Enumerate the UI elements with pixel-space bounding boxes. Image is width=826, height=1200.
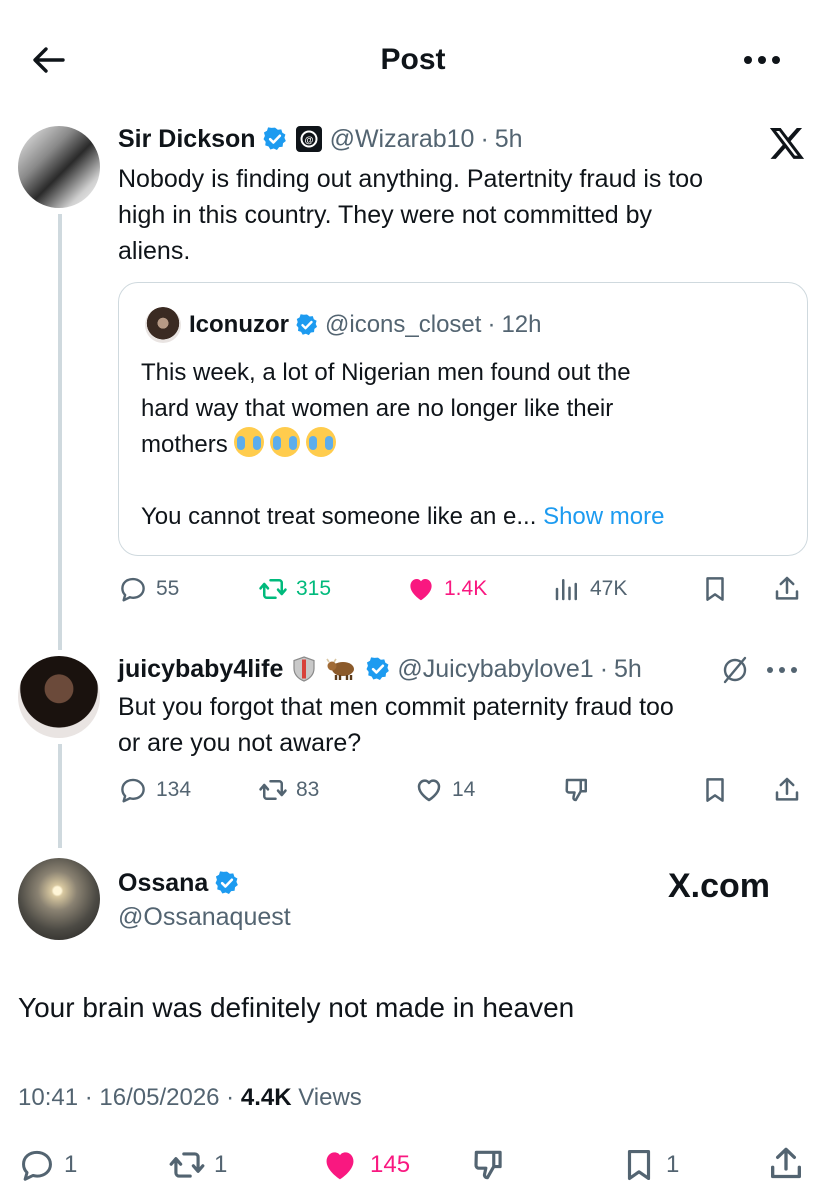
crying-emoji-icon xyxy=(305,427,336,457)
thread-line xyxy=(58,744,62,848)
ox-emoji-icon xyxy=(325,654,359,684)
dislike-icon xyxy=(474,1150,502,1180)
reply-button[interactable]: 134 xyxy=(118,775,191,805)
verified-badge-icon xyxy=(295,313,319,337)
share-button[interactable] xyxy=(772,574,802,604)
author-handle[interactable]: @Juicybabylove1 xyxy=(397,654,593,684)
shield-emoji-icon xyxy=(289,654,319,684)
like-icon xyxy=(417,779,441,802)
like-button[interactable]: 145 xyxy=(318,1146,410,1184)
author-name[interactable]: Ossana xyxy=(118,868,208,898)
verified-badge-icon xyxy=(262,126,288,152)
bookmark-icon xyxy=(706,577,724,601)
grok-icon[interactable] xyxy=(718,654,752,686)
verified-badge-icon xyxy=(365,656,391,682)
page-title: Post xyxy=(380,43,446,76)
tweet-text: Your brain was definitely not made in he… xyxy=(18,992,575,1023)
repost-icon xyxy=(259,780,287,800)
separator-dot: · xyxy=(487,311,496,338)
dislike-icon xyxy=(565,778,587,802)
svg-text:@: @ xyxy=(304,135,313,145)
bookmark-button[interactable]: 1 xyxy=(620,1146,679,1184)
like-button[interactable]: 1.4K xyxy=(406,574,487,604)
tweet-header: Ossana xyxy=(118,868,240,898)
x-logo-icon xyxy=(768,124,806,162)
dislike-button[interactable] xyxy=(470,1146,508,1184)
tweet-text: Nobody is finding out anything. Patertni… xyxy=(118,165,704,265)
share-button[interactable] xyxy=(772,775,802,805)
separator-dot: · xyxy=(480,125,489,153)
repost-button[interactable]: 83 xyxy=(258,775,319,805)
views-button[interactable]: 47K xyxy=(552,574,627,604)
author-name[interactable]: juicybaby4life xyxy=(118,654,283,684)
author-handle[interactable]: @Wizarab10 xyxy=(330,124,475,154)
avatar[interactable] xyxy=(18,858,100,940)
quoted-author-name: Iconuzor xyxy=(189,311,289,338)
tweet-text: But you forgot that men commit paternity… xyxy=(118,693,674,757)
repost-button[interactable]: 315 xyxy=(258,574,331,604)
quoted-author-handle: @icons_closet xyxy=(325,311,482,338)
bookmark-button[interactable] xyxy=(700,574,730,604)
share-icon xyxy=(775,576,799,600)
quoted-tweet-header: Iconuzor @icons_closet · 12h xyxy=(189,310,541,340)
views-icon xyxy=(555,579,577,601)
reply-icon xyxy=(121,778,145,803)
reply-button[interactable]: 55 xyxy=(118,574,179,604)
view-count: 4.4K xyxy=(240,1084,292,1111)
tweet-date: 16/05/2026 xyxy=(99,1084,220,1111)
reply-icon xyxy=(22,1150,52,1181)
author-name[interactable]: Sir Dickson xyxy=(118,124,256,154)
crying-emoji-icon xyxy=(233,427,264,457)
tweet-time[interactable]: 5h xyxy=(614,654,642,684)
quoted-avatar xyxy=(145,307,181,343)
quoted-tweet-time: 12h xyxy=(501,311,542,338)
tweet-header: juicybaby4life @Juicybabylove1 · 5h xyxy=(118,654,642,684)
crying-emoji-icon xyxy=(269,427,300,457)
repost-icon xyxy=(169,1152,205,1178)
tweet-meta: 10:41 · 16/05/2026 · 4.4K Views xyxy=(18,1084,362,1111)
repost-icon xyxy=(259,579,287,599)
share-icon xyxy=(771,1147,801,1179)
author-handle[interactable]: @Ossanaquest xyxy=(118,902,291,932)
bookmark-icon xyxy=(627,1149,651,1181)
show-more-link[interactable]: Show more xyxy=(543,503,664,530)
thread-line xyxy=(58,214,62,650)
share-button[interactable] xyxy=(766,1144,806,1184)
affiliate-badge-icon: @ xyxy=(294,124,324,154)
separator-dot: · xyxy=(599,655,609,683)
bookmark-button[interactable] xyxy=(700,775,730,805)
reply-button[interactable]: 1 xyxy=(18,1146,77,1184)
avatar[interactable] xyxy=(18,126,100,208)
reply-icon xyxy=(121,577,145,602)
like-filled-icon xyxy=(326,1152,354,1180)
bookmark-icon xyxy=(706,778,724,802)
more-options-icon[interactable] xyxy=(738,40,786,80)
dislike-button[interactable] xyxy=(562,775,592,805)
like-button[interactable]: 14 xyxy=(414,775,475,805)
like-filled-icon xyxy=(410,579,432,601)
share-icon xyxy=(775,777,799,801)
repost-button[interactable]: 1 xyxy=(168,1146,227,1184)
x-com-watermark: X.com xyxy=(668,867,771,905)
quoted-tweet-text: This week, a lot of Nigerian men found o… xyxy=(141,359,665,530)
tweet-header: Sir Dickson @ @Wizarab10 · 5h xyxy=(118,124,523,154)
tweet-time[interactable]: 5h xyxy=(495,124,523,154)
verified-badge-icon xyxy=(214,870,240,896)
tweet-time: 10:41 xyxy=(18,1084,79,1111)
more-options-icon[interactable] xyxy=(762,656,802,684)
avatar[interactable] xyxy=(18,656,100,738)
